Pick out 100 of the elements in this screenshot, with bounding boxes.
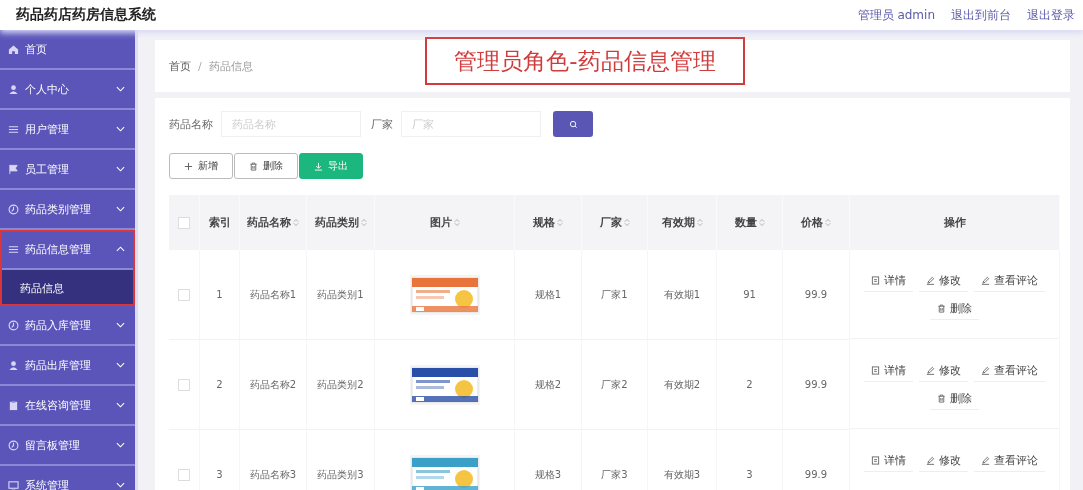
sort-icon[interactable] xyxy=(453,218,460,227)
sidebar-item[interactable]: 药品入库管理 xyxy=(0,306,135,346)
home-icon xyxy=(8,43,19,55)
table-cell: 药品名称2 xyxy=(249,377,297,392)
sort-icon[interactable] xyxy=(360,218,367,227)
sidebar-item[interactable]: 留言板管理 xyxy=(0,426,135,466)
column-header: 数量 xyxy=(734,215,757,230)
sort-icon[interactable] xyxy=(825,218,831,227)
table-cell: 2 xyxy=(746,379,753,390)
field-label: 药品名称 xyxy=(169,116,213,132)
table-cell: 有效期3 xyxy=(663,467,701,482)
header-link[interactable]: 退出到前台 xyxy=(951,6,1011,24)
table-cell: 厂家2 xyxy=(601,377,628,392)
column-header: 价格 xyxy=(801,215,823,230)
field-label: 厂家 xyxy=(371,116,393,132)
column-header: 操作 xyxy=(943,215,966,230)
sidebar-item[interactable]: 药品类别管理 xyxy=(0,190,135,230)
document-icon xyxy=(871,276,880,285)
table-cell: 99.9 xyxy=(804,379,828,390)
table-cell: 厂家1 xyxy=(601,287,628,302)
header-link[interactable]: 管理员 admin xyxy=(857,6,935,24)
clock-icon xyxy=(8,319,19,331)
column-header: 图片 xyxy=(429,215,452,230)
pencil-icon xyxy=(981,276,990,285)
checkbox[interactable] xyxy=(178,468,190,481)
person-icon xyxy=(8,359,19,371)
plus-icon xyxy=(184,161,193,171)
chevron-icon xyxy=(116,362,125,368)
table-cell: 药品类别1 xyxy=(317,287,364,302)
column-header: 规格 xyxy=(533,215,555,230)
trash-icon xyxy=(937,394,946,403)
chevron-icon xyxy=(116,246,125,252)
sort-icon[interactable] xyxy=(758,218,765,227)
search-button[interactable] xyxy=(553,111,593,137)
checkbox[interactable] xyxy=(178,216,190,229)
sidebar-item[interactable]: 首页 xyxy=(0,30,135,70)
pencil-icon xyxy=(981,456,990,465)
lines-icon xyxy=(8,123,19,135)
document-icon xyxy=(871,366,880,375)
clock-icon xyxy=(8,203,19,215)
sidebar-item[interactable]: 系统管理 xyxy=(0,466,135,490)
download-icon xyxy=(314,161,323,171)
table-cell: 91 xyxy=(743,289,756,300)
table-cell: 99.9 xyxy=(804,289,828,300)
app-title: 药品药店药房信息系统 xyxy=(16,6,156,24)
table-cell: 厂家3 xyxy=(601,467,628,482)
chevron-icon xyxy=(116,322,125,328)
sort-icon[interactable] xyxy=(623,218,630,227)
column-header: 索引 xyxy=(208,215,231,230)
column-header: 药品类别 xyxy=(314,215,359,230)
sort-icon[interactable] xyxy=(557,218,563,227)
checkbox[interactable] xyxy=(178,288,190,301)
chevron-icon xyxy=(116,402,125,408)
pencil-icon xyxy=(981,366,990,375)
flag-icon xyxy=(8,163,19,175)
chevron-icon xyxy=(116,166,125,172)
table-cell: 规格2 xyxy=(534,377,562,392)
search-icon xyxy=(568,119,578,129)
sidebar-subitem[interactable]: 药品信息 xyxy=(0,270,135,306)
table-cell: 药品类别3 xyxy=(317,467,364,482)
trash-icon xyxy=(249,161,258,171)
sidebar-item[interactable]: 用户管理 xyxy=(0,110,135,150)
table-cell: 规格3 xyxy=(534,467,562,482)
sort-icon[interactable] xyxy=(696,218,703,227)
checkbox[interactable] xyxy=(178,378,190,391)
delete-button[interactable]: 删除 xyxy=(234,153,298,179)
table-cell: 有效期1 xyxy=(663,287,701,302)
table-cell: 1 xyxy=(216,289,223,300)
table-cell: 2 xyxy=(216,379,223,390)
table-cell: 3 xyxy=(746,469,753,480)
table-cell: 有效期2 xyxy=(663,377,701,392)
lines-icon xyxy=(8,243,19,255)
table-cell: 99.9 xyxy=(804,469,828,480)
sidebar-item[interactable]: 在线咨询管理 xyxy=(0,386,135,426)
sidebar-item[interactable]: 员工管理 xyxy=(0,150,135,190)
chevron-icon xyxy=(116,482,125,488)
document-icon xyxy=(871,456,880,465)
breadcrumb-link[interactable]: 首页 xyxy=(169,58,191,74)
chevron-icon xyxy=(116,206,125,212)
table-cell: 药品名称3 xyxy=(249,467,297,482)
add-button[interactable]: 新增 xyxy=(169,153,233,179)
column-header: 厂家 xyxy=(599,215,622,230)
pencil-icon xyxy=(926,366,935,375)
sort-icon[interactable] xyxy=(293,218,299,227)
chevron-icon xyxy=(116,86,125,92)
breadcrumb-separator: / xyxy=(198,59,202,73)
person-icon xyxy=(8,83,19,95)
pencil-icon xyxy=(926,276,935,285)
chevron-icon xyxy=(116,442,125,448)
column-header: 有效期 xyxy=(661,215,695,230)
header-link[interactable]: 退出登录 xyxy=(1027,6,1075,24)
clipboard-icon xyxy=(8,399,19,411)
annotation-label: 管理员角色-药品信息管理 xyxy=(425,37,745,85)
clock-icon xyxy=(8,439,19,451)
table-cell: 规格1 xyxy=(534,287,562,302)
sidebar-item[interactable]: 个人中心 xyxy=(0,70,135,110)
chevron-icon xyxy=(116,126,125,132)
column-header: 药品名称 xyxy=(247,215,291,230)
sidebar-item[interactable]: 药品出库管理 xyxy=(0,346,135,386)
table-cell: 药品类别2 xyxy=(317,377,364,392)
